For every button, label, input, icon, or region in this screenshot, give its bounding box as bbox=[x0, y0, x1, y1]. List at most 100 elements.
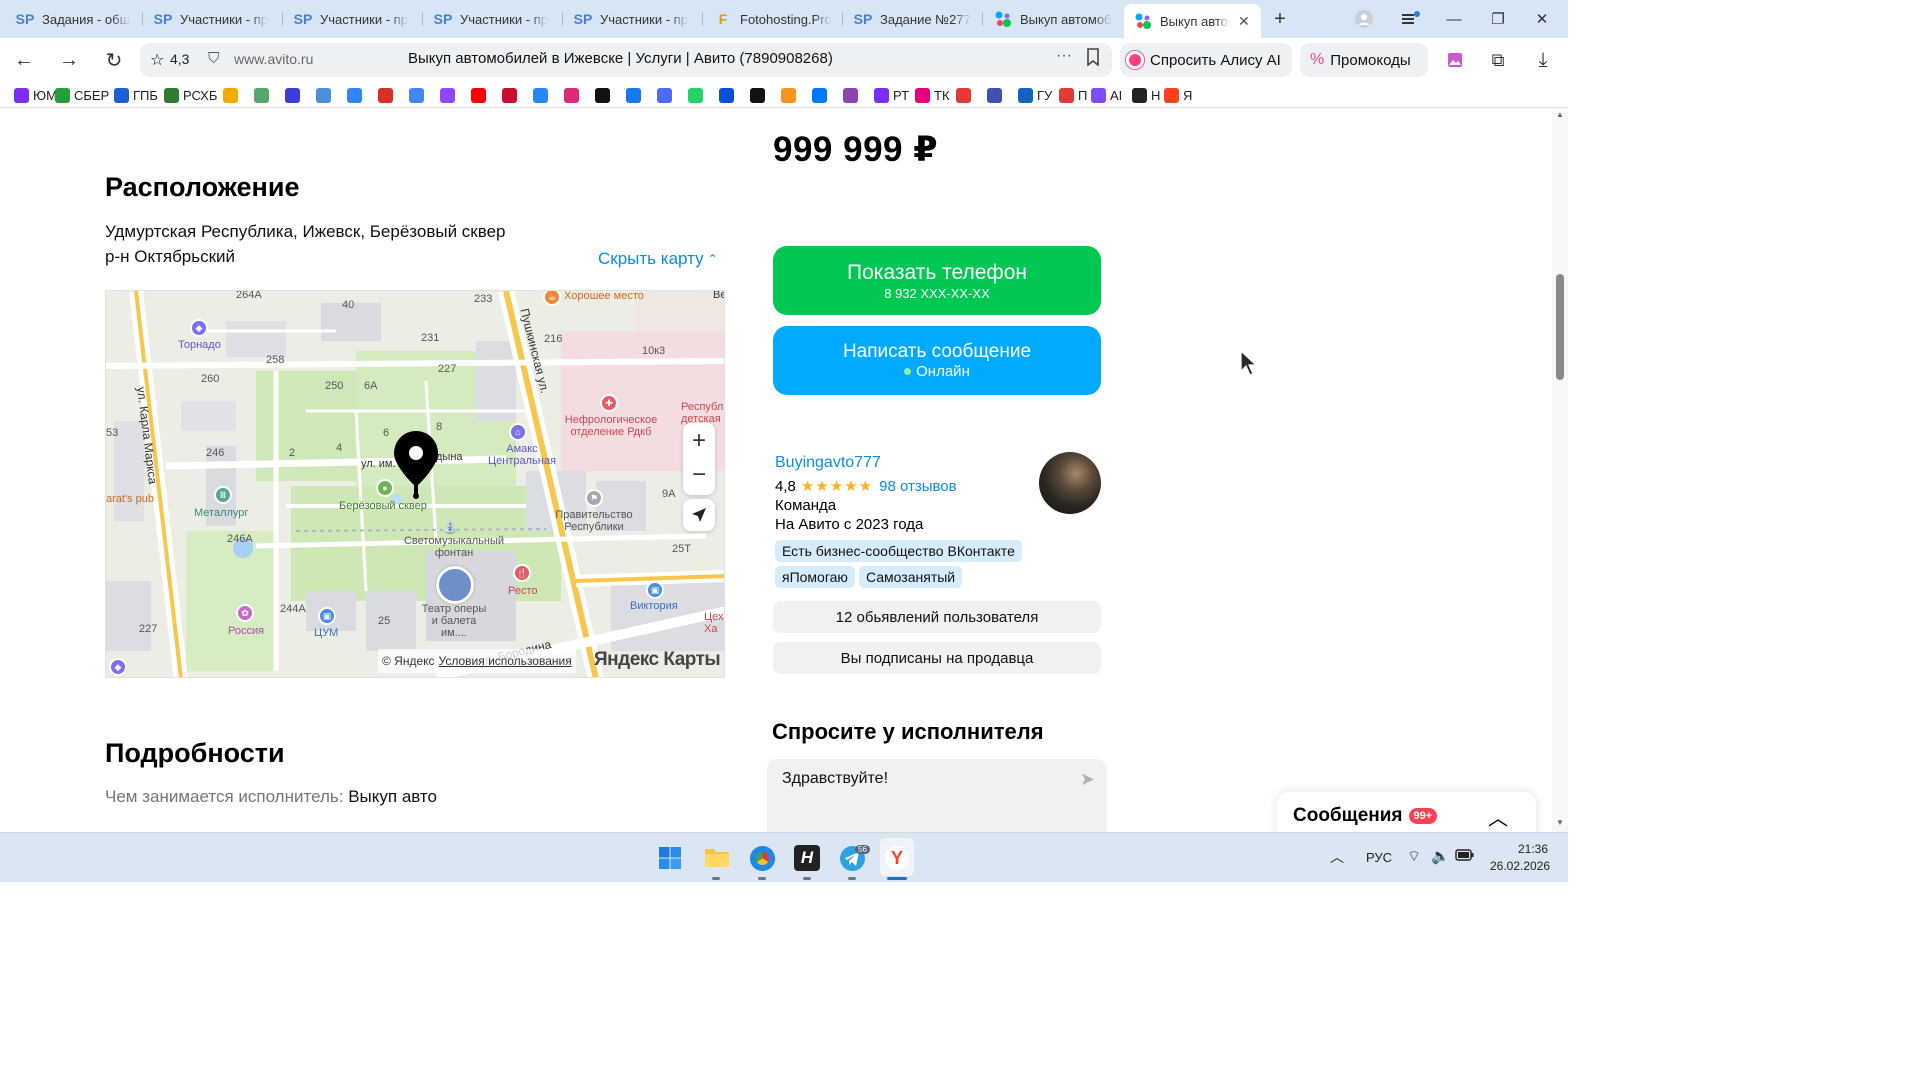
bookmark-item[interactable] bbox=[254, 86, 273, 104]
geolocation-icon[interactable] bbox=[683, 499, 715, 531]
bookmark-item[interactable] bbox=[223, 86, 242, 104]
tab-8[interactable]: Выкуп автомоб bbox=[984, 4, 1120, 34]
bookmark-item[interactable] bbox=[956, 86, 975, 104]
subscribed-button[interactable]: Вы подписаны на продавца bbox=[773, 642, 1101, 674]
tab-1[interactable]: SP Задания - общ bbox=[6, 4, 142, 34]
show-phone-button[interactable]: Показать телефон 8 932 XXX-XX-XX bbox=[773, 246, 1101, 315]
bookmark-item[interactable] bbox=[626, 86, 645, 104]
shield-icon[interactable]: ⛉ bbox=[208, 50, 219, 67]
bookmark-item[interactable] bbox=[378, 86, 397, 104]
poi-icon[interactable]: ◆ bbox=[109, 658, 127, 676]
bookmark-item[interactable]: ГПБ bbox=[114, 86, 158, 104]
tray-chevron-icon[interactable]: ︿ bbox=[1330, 847, 1344, 867]
bookmark-item[interactable] bbox=[750, 86, 769, 104]
tab-4[interactable]: SP Участники - пр bbox=[424, 4, 560, 34]
bookmark-item[interactable]: РСХБ bbox=[164, 86, 217, 104]
download-icon[interactable]: ⤓ bbox=[1529, 46, 1557, 74]
new-tab-icon[interactable]: + bbox=[1269, 8, 1291, 30]
tab-5[interactable]: SP Участники - пр bbox=[564, 4, 700, 34]
bookmark-item[interactable]: СБЕР bbox=[55, 86, 109, 104]
write-message-button[interactable]: Написать сообщение Онлайн bbox=[773, 326, 1101, 395]
bookmark-item[interactable] bbox=[440, 86, 459, 104]
close-tab-icon[interactable]: ✕ bbox=[1238, 13, 1250, 30]
chrome-icon[interactable] bbox=[750, 846, 775, 871]
windows-start-icon[interactable] bbox=[658, 846, 682, 870]
ask-message-input[interactable]: Здравствуйте! ➤ bbox=[767, 759, 1107, 832]
profile-icon[interactable] bbox=[1353, 8, 1375, 30]
back-icon[interactable]: ← bbox=[10, 46, 38, 74]
government-icon[interactable]: ⚑ bbox=[585, 489, 603, 507]
bookmark-item[interactable] bbox=[502, 86, 521, 104]
badge-yapomogayu[interactable]: яПомогаю bbox=[775, 566, 855, 588]
bookmark-icon[interactable] bbox=[1086, 48, 1102, 68]
bookmark-item[interactable] bbox=[533, 86, 552, 104]
app-h-icon[interactable]: H bbox=[794, 845, 820, 871]
bookmark-item[interactable] bbox=[409, 86, 428, 104]
zoom-out-icon[interactable]: − bbox=[683, 461, 715, 493]
theatre-icon[interactable] bbox=[436, 566, 474, 604]
wifi-icon[interactable]: ⌔ bbox=[1407, 847, 1421, 866]
minimize-icon[interactable]: — bbox=[1443, 8, 1465, 30]
zoom-in-icon[interactable]: + bbox=[683, 425, 715, 457]
map-terms-link[interactable]: Условия использования bbox=[439, 654, 572, 668]
badge-self-employed[interactable]: Самозанятый bbox=[859, 566, 963, 588]
volume-icon[interactable]: 🔈 bbox=[1431, 847, 1450, 865]
tab-3[interactable]: SP Участники - пр bbox=[284, 4, 420, 34]
bookmark-item[interactable] bbox=[564, 86, 583, 104]
chevron-up-icon[interactable]: ︿ bbox=[1488, 802, 1508, 831]
tab-2[interactable]: SP Участники - пр bbox=[144, 4, 280, 34]
url-box[interactable]: ☆ 4,3 ⛉ www.avito.ru Выкуп автомобилей в… bbox=[140, 43, 1112, 77]
bookmark-item[interactable] bbox=[812, 86, 831, 104]
reviews-link[interactable]: 98 отзывов bbox=[879, 478, 957, 495]
bookmark-item[interactable]: Н bbox=[1132, 86, 1160, 104]
file-explorer-icon[interactable] bbox=[704, 846, 730, 870]
bookmark-item[interactable] bbox=[471, 86, 490, 104]
bookmark-item[interactable] bbox=[843, 86, 862, 104]
yandex-browser-icon[interactable]: Y bbox=[885, 846, 909, 870]
send-icon[interactable]: ➤ bbox=[1080, 769, 1095, 790]
tab-6[interactable]: F Fotohosting.Pro bbox=[704, 4, 840, 34]
promocodes-button[interactable]: % Промокоды bbox=[1300, 43, 1428, 77]
tab-active[interactable]: Выкуп автом ✕ bbox=[1124, 4, 1261, 38]
bookmark-item[interactable] bbox=[987, 86, 1006, 104]
gallery-icon[interactable] bbox=[1441, 46, 1469, 74]
site-rating[interactable]: 4,3 bbox=[170, 51, 189, 67]
poi-icon[interactable]: Ⅲ bbox=[214, 486, 232, 504]
reload-icon[interactable]: ↻ bbox=[100, 46, 128, 74]
yandex-maps-logo[interactable]: Яндекс Карты bbox=[594, 649, 721, 671]
restaurant-icon[interactable]: 🍴 bbox=[513, 564, 531, 582]
bookmark-item[interactable] bbox=[781, 86, 800, 104]
bookmark-item[interactable] bbox=[316, 86, 335, 104]
poi-icon[interactable]: ◆ bbox=[190, 319, 208, 337]
bookmark-item[interactable]: ЮМ bbox=[14, 86, 57, 104]
clock-date[interactable]: 26.02.2026 bbox=[1490, 859, 1550, 873]
page-scrollbar[interactable]: ▲ ▼ bbox=[1552, 108, 1568, 832]
badge-vk-community[interactable]: Есть бизнес-сообщество ВКонтакте bbox=[775, 540, 1022, 562]
poi-icon[interactable]: ✿ bbox=[236, 604, 254, 622]
forward-icon[interactable]: → bbox=[55, 46, 83, 74]
map[interactable]: 264А 40 233 231 227 216 10к3 258 260 250… bbox=[105, 290, 725, 678]
bookmark-item[interactable]: РТ bbox=[874, 86, 909, 104]
close-window-icon[interactable]: ✕ bbox=[1531, 8, 1553, 30]
bookmark-item[interactable] bbox=[595, 86, 614, 104]
extensions-icon[interactable]: ⧉ bbox=[1484, 46, 1512, 74]
scroll-down-icon[interactable]: ▼ bbox=[1556, 818, 1564, 827]
bookmark-item[interactable] bbox=[285, 86, 304, 104]
bookmark-item[interactable]: ТК bbox=[915, 86, 950, 104]
bookmark-item[interactable] bbox=[347, 86, 366, 104]
more-icon[interactable]: ··· bbox=[1056, 47, 1072, 65]
bookmark-item[interactable]: Я bbox=[1164, 86, 1192, 104]
scroll-up-icon[interactable]: ▲ bbox=[1556, 110, 1564, 119]
scrollbar-thumb[interactable] bbox=[1556, 274, 1564, 380]
shop-icon[interactable]: ▣ bbox=[318, 607, 336, 625]
user-listings-button[interactable]: 12 обьявлений пользователя bbox=[773, 601, 1101, 633]
bookmark-item[interactable] bbox=[688, 86, 707, 104]
seller-name-link[interactable]: Buyingavto777 bbox=[775, 454, 881, 472]
restore-icon[interactable]: ❐ bbox=[1487, 8, 1509, 30]
bookmark-item[interactable] bbox=[719, 86, 738, 104]
clock-time[interactable]: 21:36 bbox=[1518, 842, 1548, 856]
bookmark-item[interactable]: ГУ bbox=[1018, 86, 1052, 104]
bookmark-item[interactable]: П bbox=[1059, 86, 1087, 104]
language-indicator[interactable]: РУС bbox=[1366, 850, 1392, 865]
bookmark-item[interactable]: AI bbox=[1091, 86, 1122, 104]
